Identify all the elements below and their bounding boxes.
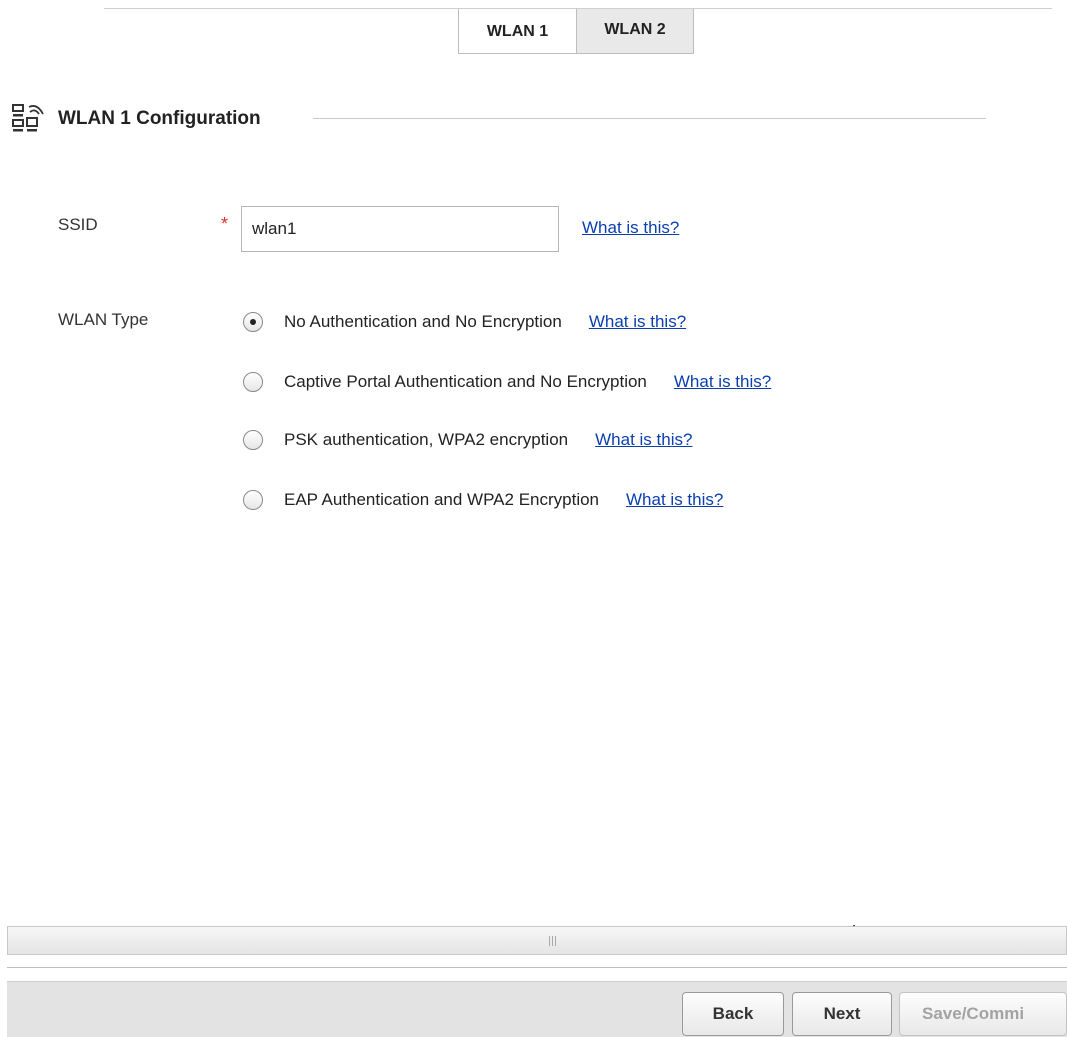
wlan-type-option-no-auth: No Authentication and No Encryption What… xyxy=(243,312,686,332)
wlan-config-icon xyxy=(10,103,48,135)
back-button[interactable]: Back xyxy=(682,992,784,1036)
scrollbar-grip[interactable] xyxy=(549,936,557,946)
wlan-type-option-psk: PSK authentication, WPA2 encryption What… xyxy=(243,430,692,450)
tab-wlan-1[interactable]: WLAN 1 xyxy=(458,9,577,54)
required-marker: * xyxy=(221,214,229,234)
wlan-type-label: WLAN Type xyxy=(58,310,149,329)
radio-eap-label: EAP Authentication and WPA2 Encryption xyxy=(284,490,600,509)
eap-help-link[interactable]: What is this? xyxy=(626,490,723,510)
no-auth-help-link[interactable]: What is this? xyxy=(589,312,686,332)
section-title: WLAN 1 Configuration xyxy=(58,108,261,129)
horizontal-scrollbar[interactable] xyxy=(7,926,1067,955)
footer-separator xyxy=(7,967,1067,968)
section-divider xyxy=(313,118,986,119)
radio-psk-label: PSK authentication, WPA2 encryption xyxy=(284,430,569,449)
radio-no-auth-label: No Authentication and No Encryption xyxy=(284,312,562,331)
ssid-help-link[interactable]: What is this? xyxy=(582,218,679,238)
ssid-input[interactable] xyxy=(241,206,559,252)
radio-eap[interactable] xyxy=(243,490,263,510)
tab-wlan-2[interactable]: WLAN 2 xyxy=(577,9,694,54)
wlan-tabs: WLAN 1 WLAN 2 xyxy=(458,9,694,54)
radio-captive-portal-label: Captive Portal Authentication and No Enc… xyxy=(284,372,647,391)
ssid-label: SSID xyxy=(58,215,98,234)
section-header: WLAN 1 Configuration xyxy=(10,103,261,135)
captive-portal-help-link[interactable]: What is this? xyxy=(674,372,771,392)
save-commit-button[interactable]: Save/Commi xyxy=(899,992,1067,1036)
radio-psk[interactable] xyxy=(243,430,263,450)
radio-captive-portal[interactable] xyxy=(243,372,263,392)
next-button[interactable]: Next xyxy=(792,992,892,1036)
psk-help-link[interactable]: What is this? xyxy=(595,430,692,450)
radio-no-auth[interactable] xyxy=(243,312,263,332)
wlan-type-option-captive-portal: Captive Portal Authentication and No Enc… xyxy=(243,372,771,392)
wlan-type-option-eap: EAP Authentication and WPA2 Encryption W… xyxy=(243,490,723,510)
